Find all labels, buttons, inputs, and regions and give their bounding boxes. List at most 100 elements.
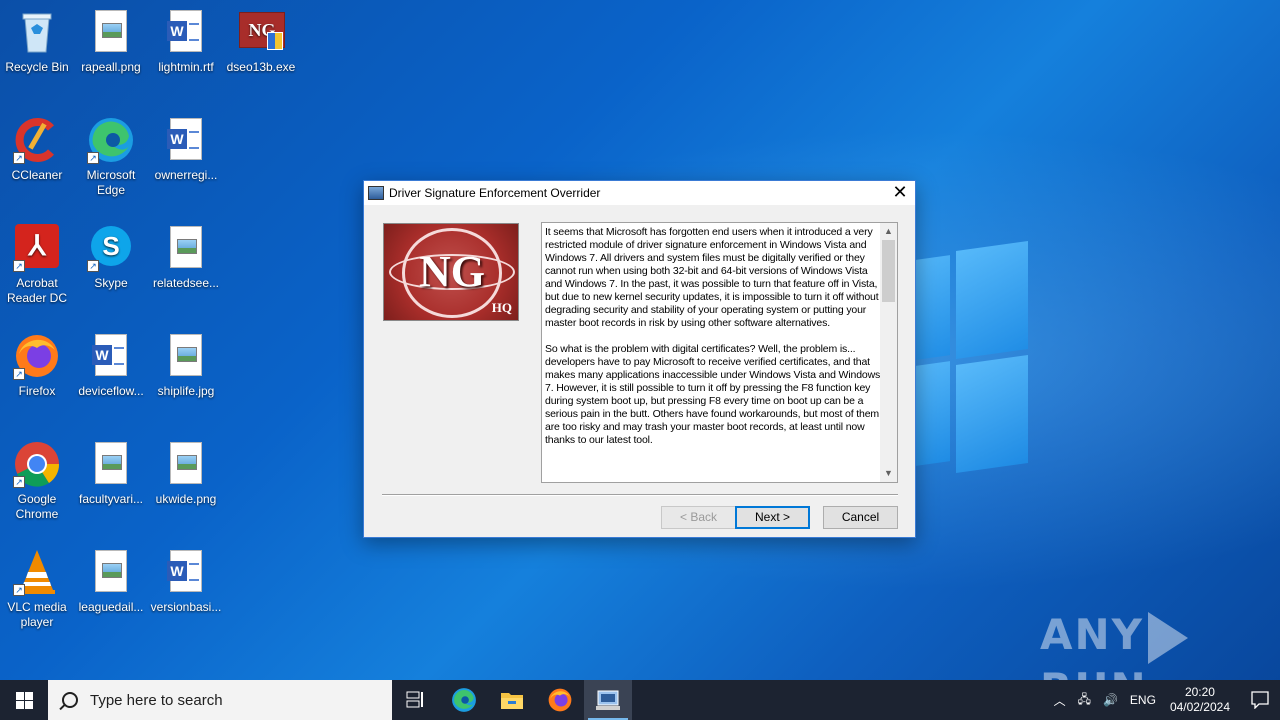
notification-icon (1251, 691, 1269, 709)
ccleaner-icon: ↗ (13, 116, 61, 164)
watermark-text-left: ANY (1040, 610, 1145, 659)
volume-icon[interactable]: 🔊 (1103, 693, 1118, 707)
image-file-icon (87, 8, 135, 56)
cancel-button[interactable]: Cancel (823, 506, 898, 529)
desktop-icon-relatedsee[interactable]: relatedsee... (149, 224, 223, 291)
ng-application-icon: NG (237, 8, 285, 56)
word-document-icon: W (162, 548, 210, 596)
word-document-icon: W (87, 332, 135, 380)
desktop-icon-shiplife-jpg[interactable]: shiplife.jpg (149, 332, 223, 399)
clock-date: 04/02/2024 (1169, 700, 1230, 714)
firefox-icon: ↗ (13, 332, 61, 380)
description-paragraph: It seems that Microsoft has forgotten en… (545, 226, 879, 329)
desktop-icon-recycle-bin[interactable]: Recycle Bin (0, 8, 74, 75)
taskbar: Type here to search ︿ 🖧 🔊 ENG 20:20 04/0… (0, 680, 1280, 720)
desktop-icon-label: relatedsee... (152, 276, 220, 290)
dseo-app-icon (596, 690, 620, 710)
windows-icon (15, 691, 33, 709)
desktop-icon-label: Skype (94, 276, 128, 290)
driver-signature-dialog: Driver Signature Enforcement Overrider ✕… (363, 180, 916, 538)
desktop-icon-label: versionbasi... (150, 600, 222, 614)
vertical-scrollbar[interactable]: ▲ ▼ (880, 223, 897, 482)
desktop-icon-label: CCleaner (11, 168, 63, 182)
image-file-icon (162, 332, 210, 380)
search-icon (62, 692, 78, 708)
desktop-icon-label: shiplife.jpg (157, 384, 215, 398)
desktop-icon-leaguedail[interactable]: leaguedail... (74, 548, 148, 615)
image-file-icon (162, 440, 210, 488)
image-file-icon (162, 224, 210, 272)
ng-hq-logo: NG HQ (383, 223, 519, 321)
desktop-icon-ccleaner[interactable]: ↗ CCleaner (0, 116, 74, 183)
close-button[interactable]: ✕ (885, 181, 915, 205)
desktop-icon-label: lightmin.rtf (158, 60, 214, 74)
scroll-up-icon[interactable]: ▲ (880, 223, 897, 240)
chrome-icon: ↗ (13, 440, 61, 488)
play-icon (1148, 611, 1189, 664)
app-icon (368, 186, 384, 200)
desktop-icon-label: Microsoft Edge (86, 168, 136, 197)
divider (382, 494, 898, 496)
desktop-icon-vlc-media-player[interactable]: ↗ VLC media player (0, 548, 74, 630)
search-box[interactable]: Type here to search (48, 680, 392, 720)
taskbar-file-explorer[interactable] (488, 680, 536, 720)
edge-icon (452, 688, 476, 712)
logo-text: NG (419, 247, 485, 296)
desktop-icon-microsoft-edge[interactable]: ↗ Microsoft Edge (74, 116, 148, 198)
task-view-icon (406, 691, 423, 708)
recycle-bin-icon (13, 8, 61, 56)
desktop-icon-label: leaguedail... (78, 600, 144, 614)
dialog-title: Driver Signature Enforcement Overrider (389, 186, 601, 200)
dialog-titlebar[interactable]: Driver Signature Enforcement Overrider ✕ (364, 181, 915, 205)
desktop-icon-label: dseo13b.exe (226, 60, 296, 74)
desktop-icon-firefox[interactable]: ↗ Firefox (0, 332, 74, 399)
taskbar-dseo-app[interactable] (584, 680, 632, 720)
desktop-icon-ownerregi[interactable]: W ownerregi... (149, 116, 223, 183)
desktop-icon-versionbasi[interactable]: W versionbasi... (149, 548, 223, 615)
desktop-icon-label: VLC media player (7, 600, 67, 629)
vlc-icon: ↗ (13, 548, 61, 596)
desktop-icon-dseo13b-exe[interactable]: NG dseo13b.exe (224, 8, 298, 75)
desktop-icon-label: rapeall.png (81, 60, 141, 74)
close-icon: ✕ (892, 182, 908, 202)
desktop-icon-label: Recycle Bin (5, 60, 69, 74)
description-textbox[interactable]: It seems that Microsoft has forgotten en… (541, 222, 898, 483)
desktop-icon-label: Acrobat Reader DC (6, 276, 68, 305)
desktop-icon-google-chrome[interactable]: ↗ Google Chrome (0, 440, 74, 522)
desktop-icon-ukwide-png[interactable]: ukwide.png (149, 440, 223, 507)
start-button[interactable] (0, 680, 48, 720)
desktop-icon-facultyvari[interactable]: facultyvari... (74, 440, 148, 507)
desktop-icon-deviceflow[interactable]: W deviceflow... (74, 332, 148, 399)
scroll-down-icon[interactable]: ▼ (880, 465, 897, 482)
edge-icon: ↗ (87, 116, 135, 164)
scroll-thumb[interactable] (882, 240, 895, 302)
clock-time: 20:20 (1184, 685, 1215, 699)
description-text: It seems that Microsoft has forgotten en… (545, 226, 881, 480)
folder-icon (501, 693, 523, 709)
taskbar-firefox[interactable] (536, 680, 584, 720)
taskbar-edge[interactable] (440, 680, 488, 720)
description-paragraph: So what is the problem with digital cert… (545, 343, 881, 446)
desktop-icon-label: deviceflow... (78, 384, 144, 398)
image-file-icon (87, 548, 135, 596)
skype-icon: S ↗ (87, 224, 135, 272)
desktop-icon-acrobat-reader[interactable]: ⅄ ↗ Acrobat Reader DC (0, 224, 74, 306)
desktop-icon-lightmin-rtf[interactable]: W lightmin.rtf (149, 8, 223, 75)
word-document-icon: W (162, 116, 210, 164)
logo-subtext: HQ (491, 300, 512, 315)
language-indicator[interactable]: ENG (1130, 693, 1156, 707)
chevron-up-icon[interactable]: ︿ (1054, 692, 1066, 709)
desktop-icon-skype[interactable]: S ↗ Skype (74, 224, 148, 291)
back-button[interactable]: < Back (661, 506, 736, 529)
task-view-button[interactable] (392, 680, 440, 720)
desktop-icon-label: Google Chrome (15, 492, 59, 521)
clock[interactable]: 20:20 04/02/2024 (1170, 685, 1230, 715)
desktop-icon-label: Firefox (18, 384, 56, 398)
network-icon[interactable]: 🖧 (1078, 690, 1091, 711)
next-button[interactable]: Next > (735, 506, 810, 529)
desktop-icon-label: facultyvari... (78, 492, 144, 506)
desktop-icon-rapeall-png[interactable]: rapeall.png (74, 8, 148, 75)
desktop-icon-label: ukwide.png (155, 492, 217, 506)
desktop-icon-label: ownerregi... (154, 168, 218, 182)
notifications-button[interactable] (1240, 680, 1280, 720)
